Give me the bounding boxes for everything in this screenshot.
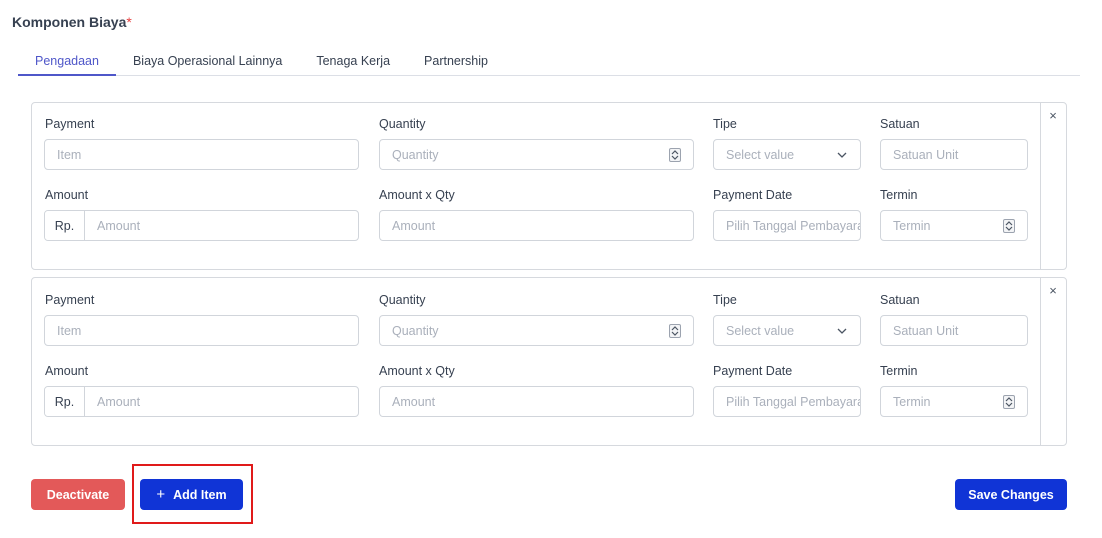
plus-icon: + [156,486,166,503]
required-mark: * [126,14,132,30]
tipe-label: Tipe [713,117,737,131]
payment-date-label: Payment Date [713,188,793,202]
section-title: Komponen Biaya* [12,14,132,30]
item-placeholder: Item [57,147,82,162]
satuan-placeholder: Satuan Unit [893,323,959,338]
amount-placeholder: Amount [97,394,141,409]
close-icon[interactable]: × [1046,284,1060,298]
chevron-down-icon [837,152,847,158]
amount-input[interactable]: Amount [85,387,358,416]
stepper-icon[interactable] [1003,219,1015,233]
remove-column: × [1040,103,1066,269]
add-item-label: Add Item [173,487,227,502]
tipe-select[interactable]: Select value [713,139,861,170]
tab-tenaga-kerja[interactable]: Tenaga Kerja [299,50,407,76]
tab-pengadaan[interactable]: Pengadaan [18,50,116,76]
page: Komponen Biaya* Pengadaan Biaya Operasio… [0,0,1102,538]
cost-item-card: × Payment Item Quantity Quantity Tipe Se… [31,102,1067,270]
item-input[interactable]: Item [44,315,359,346]
amount-x-qty-label: Amount x Qty [379,364,455,378]
amount-x-qty-placeholder: Amount [392,394,436,409]
save-changes-button[interactable]: Save Changes [955,479,1067,510]
quantity-input[interactable]: Quantity [379,315,694,346]
stepper-icon[interactable] [669,148,681,162]
close-icon[interactable]: × [1046,109,1060,123]
tab-biaya-operasional-lainnya[interactable]: Biaya Operasional Lainnya [116,50,299,76]
remove-column: × [1040,278,1066,445]
satuan-input[interactable]: Satuan Unit [880,315,1028,346]
item-placeholder: Item [57,323,82,338]
amount-placeholder: Amount [97,218,141,233]
termin-label: Termin [880,188,918,202]
tipe-placeholder: Select value [726,323,795,338]
termin-input[interactable]: Termin [880,210,1028,241]
amount-label: Amount [45,188,89,202]
item-input[interactable]: Item [44,139,359,170]
tipe-label: Tipe [713,293,737,307]
satuan-label: Satuan [880,117,920,131]
add-item-button[interactable]: + Add Item [140,479,243,510]
stepper-icon[interactable] [1003,395,1015,409]
payment-date-placeholder: Pilih Tanggal Pembayaran [726,218,861,233]
satuan-input[interactable]: Satuan Unit [880,139,1028,170]
termin-placeholder: Termin [893,218,931,233]
quantity-placeholder: Quantity [392,323,439,338]
quantity-input[interactable]: Quantity [379,139,694,170]
amount-field[interactable]: Rp. Amount [44,210,359,241]
termin-label: Termin [880,364,918,378]
termin-input[interactable]: Termin [880,386,1028,417]
payment-date-placeholder: Pilih Tanggal Pembayaran [726,394,861,409]
quantity-placeholder: Quantity [392,147,439,162]
payment-label: Payment [45,117,95,131]
tab-bar: Pengadaan Biaya Operasional Lainnya Tena… [18,50,1080,76]
section-title-text: Komponen Biaya [12,14,127,30]
stepper-icon[interactable] [669,324,681,338]
deactivate-button[interactable]: Deactivate [31,479,125,510]
amount-label: Amount [45,364,89,378]
quantity-label: Quantity [379,293,426,307]
payment-date-label: Payment Date [713,364,793,378]
payment-date-input[interactable]: Pilih Tanggal Pembayaran [713,386,861,417]
tab-partnership[interactable]: Partnership [407,50,505,76]
currency-prefix: Rp. [45,211,85,240]
chevron-down-icon [837,328,847,334]
amount-field[interactable]: Rp. Amount [44,386,359,417]
amount-x-qty-input[interactable]: Amount [379,210,694,241]
amount-x-qty-label: Amount x Qty [379,188,455,202]
satuan-placeholder: Satuan Unit [893,147,959,162]
amount-input[interactable]: Amount [85,211,358,240]
payment-label: Payment [45,293,95,307]
termin-placeholder: Termin [893,394,931,409]
quantity-label: Quantity [379,117,426,131]
tipe-placeholder: Select value [726,147,795,162]
payment-date-input[interactable]: Pilih Tanggal Pembayaran [713,210,861,241]
amount-x-qty-placeholder: Amount [392,218,436,233]
currency-prefix: Rp. [45,387,85,416]
cost-item-card: × Payment Item Quantity Quantity Tipe Se… [31,277,1067,446]
tipe-select[interactable]: Select value [713,315,861,346]
amount-x-qty-input[interactable]: Amount [379,386,694,417]
satuan-label: Satuan [880,293,920,307]
